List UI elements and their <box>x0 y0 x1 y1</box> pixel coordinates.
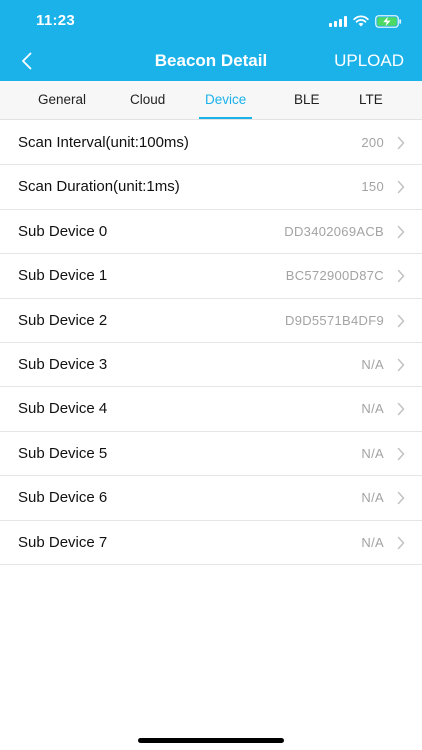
navigation-bar: Beacon Detail UPLOAD <box>0 40 422 81</box>
row-sub-device-4[interactable]: Sub Device 4 N/A <box>0 387 422 432</box>
cellular-signal-icon <box>329 15 347 27</box>
row-value: BC572900D87C <box>285 268 384 284</box>
row-value: N/A <box>361 356 384 372</box>
chevron-right-icon <box>397 136 405 150</box>
row-sub-device-2[interactable]: Sub Device 2 D9D5571B4DF9 <box>0 299 422 343</box>
row-label: Sub Device 7 <box>18 533 108 551</box>
chevron-right-icon <box>397 181 405 194</box>
row-sub-device-1[interactable]: Sub Device 1 BC572900D87C <box>0 254 422 299</box>
row-scan-interval[interactable]: Scan Interval(unit:100ms) 200 <box>0 121 422 166</box>
row-label: Scan Interval(unit:100ms) <box>18 134 189 151</box>
chevron-right-icon <box>397 447 405 460</box>
row-sub-device-6[interactable]: Sub Device 6 N/A <box>0 476 422 521</box>
wifi-icon <box>353 15 369 27</box>
row-label: Sub Device 5 <box>18 444 108 462</box>
status-bar: 11:23 <box>0 0 422 40</box>
tab-ble[interactable]: BLE <box>294 81 320 119</box>
row-label: Sub Device 1 <box>18 267 108 285</box>
row-value: D9D5571B4DF9 <box>285 312 384 328</box>
row-sub-device-5[interactable]: Sub Device 5 N/A <box>0 432 422 477</box>
row-scan-duration[interactable]: Scan Duration(unit:1ms) 150 <box>0 165 422 210</box>
row-sub-device-3[interactable]: Sub Device 3 N/A <box>0 343 422 388</box>
row-sub-device-7[interactable]: Sub Device 7 N/A <box>0 521 422 565</box>
row-value: N/A <box>361 445 384 461</box>
settings-list: Scan Interval(unit:100ms) 200 Scan Durat… <box>0 121 422 565</box>
chevron-right-icon <box>397 403 405 416</box>
chevron-right-icon <box>397 314 405 327</box>
row-label: Sub Device 3 <box>18 355 108 373</box>
row-label: Scan Duration(unit:1ms) <box>18 178 180 196</box>
tab-bar: General Cloud Device BLE LTE <box>0 81 422 120</box>
row-label: Sub Device 6 <box>18 489 108 507</box>
row-label: Sub Device 2 <box>18 311 108 329</box>
row-value: N/A <box>361 534 384 550</box>
status-time: 11:23 <box>36 12 76 29</box>
app-header: 11:23 Beacon Detail UPLOAD <box>0 0 422 81</box>
row-label: Sub Device 0 <box>18 222 108 240</box>
row-value: 200 <box>361 135 384 150</box>
tab-device[interactable]: Device <box>198 81 253 119</box>
row-value: N/A <box>361 490 384 506</box>
chevron-right-icon <box>397 225 405 239</box>
tab-general[interactable]: General <box>38 81 86 119</box>
chevron-left-icon <box>21 52 31 70</box>
upload-button[interactable]: UPLOAD <box>334 51 404 71</box>
row-value: 150 <box>361 179 384 195</box>
status-icons <box>329 14 402 28</box>
chevron-right-icon <box>397 358 405 372</box>
back-button[interactable] <box>10 46 42 76</box>
tab-lte[interactable]: LTE <box>359 81 383 119</box>
tab-cloud[interactable]: Cloud <box>130 81 165 119</box>
chevron-right-icon <box>397 491 405 505</box>
row-sub-device-0[interactable]: Sub Device 0 DD3402069ACB <box>0 210 422 255</box>
home-indicator <box>138 738 284 743</box>
row-value: DD3402069ACB <box>284 223 384 239</box>
chevron-right-icon <box>397 269 405 283</box>
chevron-right-icon <box>397 536 405 549</box>
row-label: Sub Device 4 <box>18 400 108 418</box>
row-value: N/A <box>361 401 384 417</box>
battery-charging-icon <box>375 14 402 28</box>
